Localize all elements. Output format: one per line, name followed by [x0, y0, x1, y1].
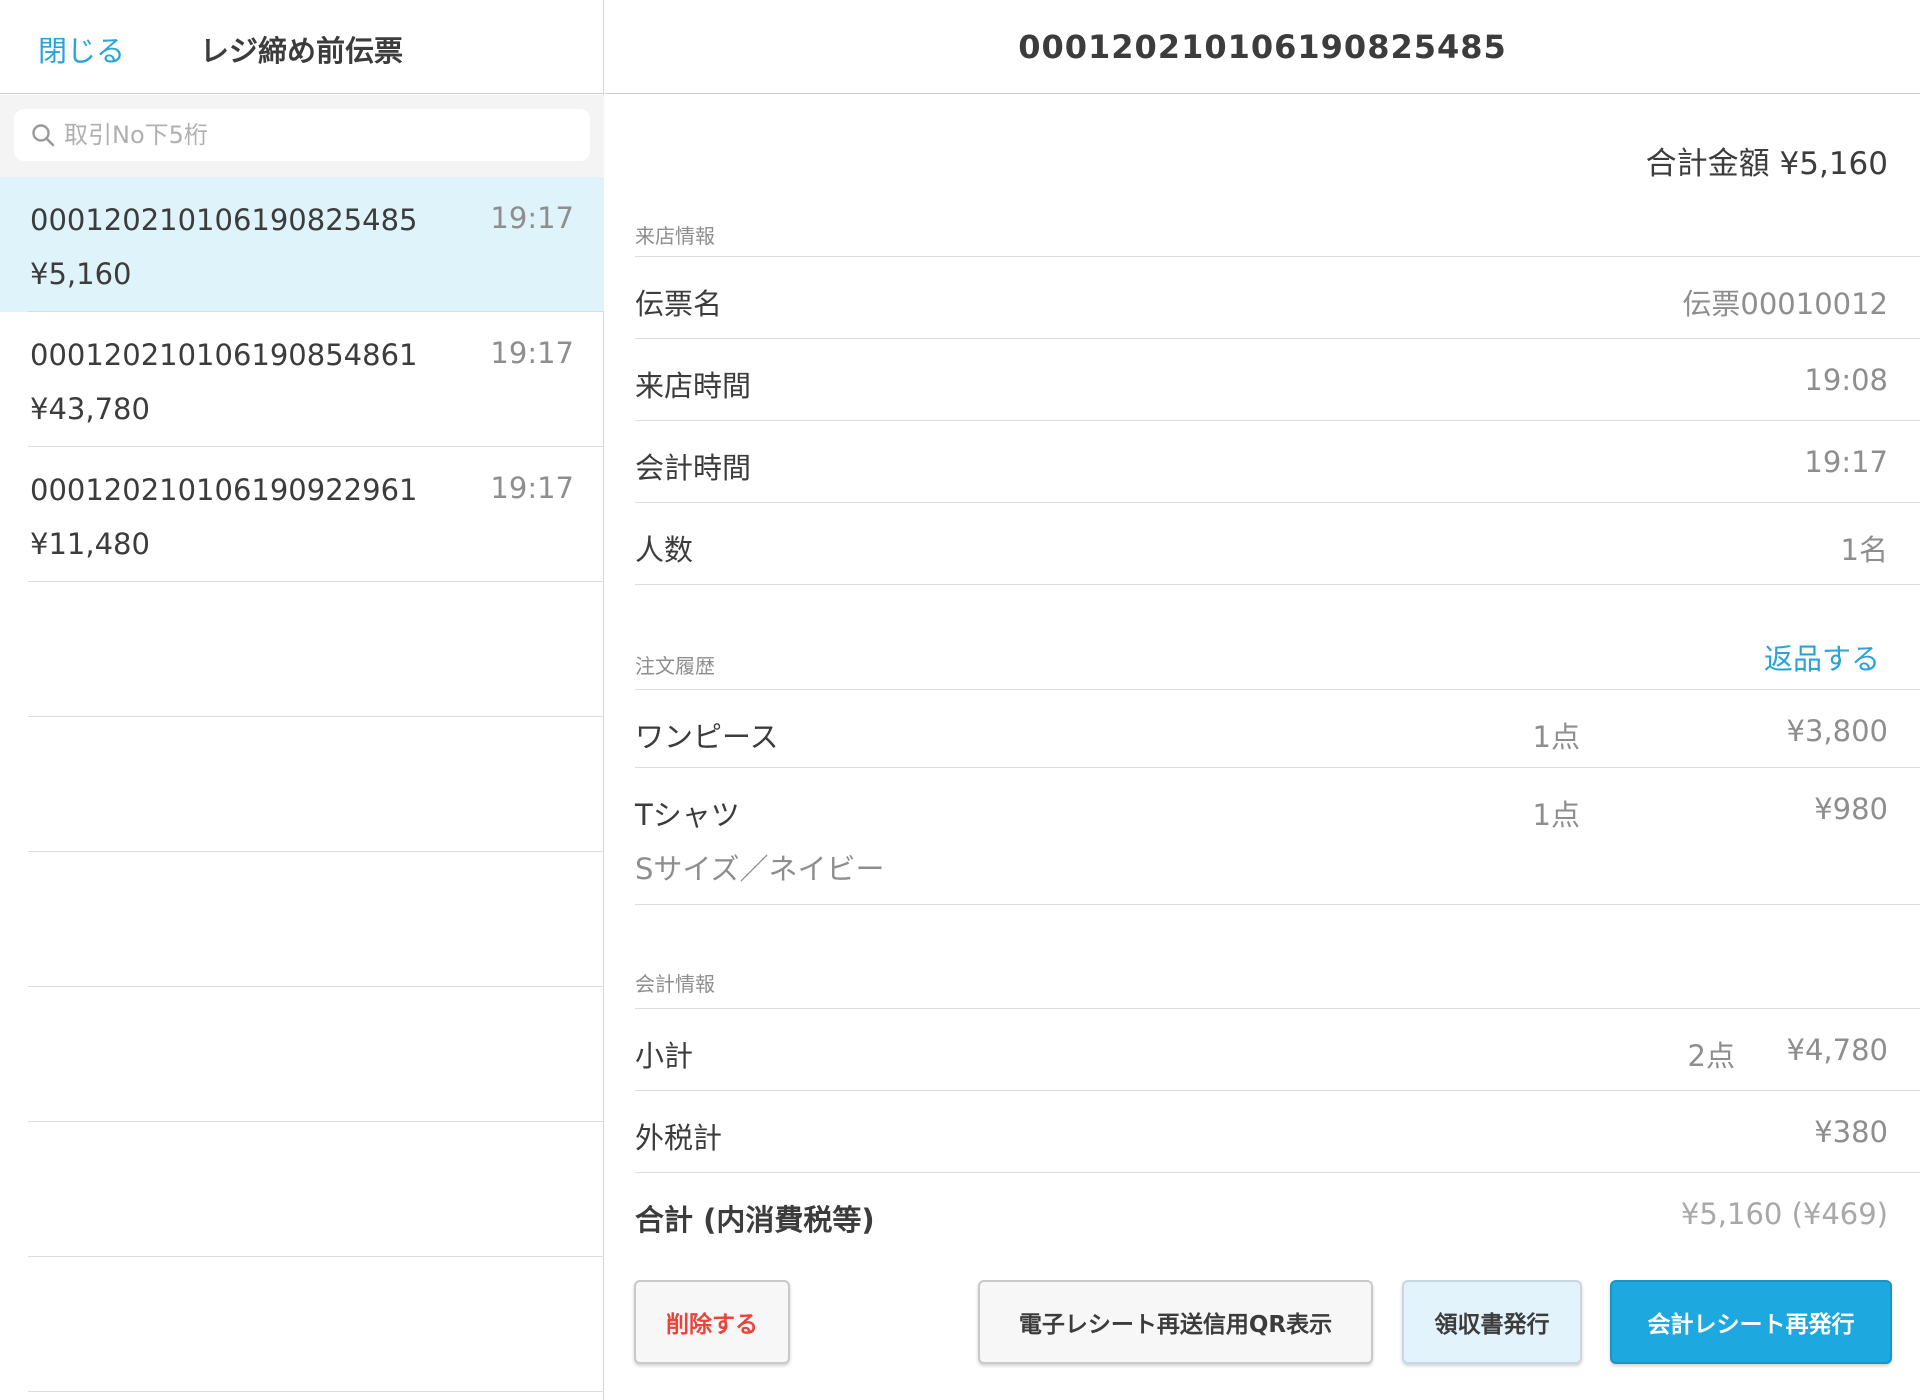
transaction-row[interactable]: 000120210106190854861 ¥43,780 19:17 — [0, 312, 604, 447]
row-value: 19:08 — [1804, 363, 1888, 397]
order-item-row: ワンピース 1点 ¥3,800 — [635, 690, 1920, 768]
row-label: 外税計 — [635, 1121, 723, 1155]
issue-receipt-button[interactable]: 領収書発行 — [1402, 1280, 1582, 1364]
empty-row — [0, 717, 604, 852]
info-row-checkout-time: 会計時間 19:17 — [635, 421, 1920, 503]
info-row-slip-name: 伝票名 伝票00010012 — [635, 257, 1920, 339]
list-title: レジ締め前伝票 — [200, 34, 404, 68]
transaction-number: 000120210106190825485 — [30, 203, 418, 237]
list-header: 閉じる レジ締め前伝票 — [0, 0, 604, 94]
empty-row — [0, 582, 604, 717]
row-label: 人数 — [635, 533, 694, 567]
section-label-orders: 注文履歴 — [635, 654, 715, 678]
search-box[interactable] — [14, 109, 590, 161]
empty-row — [0, 1257, 604, 1392]
section-label-visit: 来店情報 — [635, 224, 715, 248]
return-button[interactable]: 返品する — [1764, 636, 1880, 678]
transaction-time: 19:17 — [490, 336, 574, 370]
tax-row: 外税計 ¥380 — [635, 1091, 1920, 1173]
transaction-number: 000120210106190854861 — [30, 338, 418, 372]
empty-row — [0, 1122, 604, 1257]
transaction-amount: ¥43,780 — [30, 392, 150, 426]
transaction-time: 19:17 — [490, 201, 574, 235]
transaction-list: 000120210106190825485 ¥5,160 19:17 00012… — [0, 177, 604, 1392]
row-value: ¥4,780 — [1786, 1033, 1888, 1067]
total-amount: 合計金額 ¥5,160 — [1645, 146, 1888, 182]
row-label: 合計 (内消費税等) — [635, 1203, 875, 1237]
transaction-detail-pane: 000120210106190825485 合計金額 ¥5,160 来店情報 伝… — [605, 0, 1920, 1400]
search-bar — [0, 95, 604, 177]
info-row-visit-time: 来店時間 19:08 — [635, 339, 1920, 421]
close-button[interactable]: 閉じる — [38, 28, 125, 70]
subtotal-quantity: 2点 — [1687, 1039, 1735, 1073]
item-name: Tシャツ — [635, 798, 740, 832]
transaction-list-pane: 閉じる レジ締め前伝票 000120210106190825485 ¥5,160… — [0, 0, 604, 1400]
reissue-receipt-button[interactable]: 会計レシート再発行 — [1610, 1280, 1892, 1364]
row-label: 会計時間 — [635, 451, 752, 485]
item-variant: Sサイズ／ネイビー — [635, 852, 885, 886]
transaction-amount: ¥11,480 — [30, 527, 150, 561]
subtotal-row: 小計 2点 ¥4,780 — [635, 1009, 1920, 1091]
delete-button[interactable]: 削除する — [634, 1280, 790, 1364]
row-value: 伝票00010012 — [1682, 287, 1888, 321]
transaction-number: 000120210106190922961 — [30, 473, 418, 507]
section-label-payment: 会計情報 — [635, 972, 715, 996]
row-label: 小計 — [635, 1039, 694, 1073]
row-value: ¥5,160 (¥469) — [1680, 1197, 1888, 1231]
transaction-row[interactable]: 000120210106190825485 ¥5,160 19:17 — [0, 177, 604, 312]
show-qr-button[interactable]: 電子レシート再送信用QR表示 — [978, 1280, 1373, 1364]
transaction-row[interactable]: 000120210106190922961 ¥11,480 19:17 — [0, 447, 604, 582]
item-price: ¥980 — [1814, 792, 1888, 826]
order-item-row: Tシャツ 1点 ¥980 Sサイズ／ネイビー — [635, 768, 1920, 905]
item-quantity: 1点 — [1532, 720, 1580, 754]
row-value: 19:17 — [1804, 445, 1888, 479]
detail-title: 000120210106190825485 — [1018, 28, 1507, 66]
detail-header: 000120210106190825485 — [605, 0, 1920, 94]
row-value: 1名 — [1840, 533, 1888, 567]
transaction-time: 19:17 — [490, 471, 574, 505]
item-name: ワンピース — [635, 720, 779, 754]
search-icon — [32, 124, 55, 147]
row-value: ¥380 — [1814, 1115, 1888, 1149]
empty-row — [0, 987, 604, 1122]
item-price: ¥3,800 — [1786, 714, 1888, 748]
info-row-guests: 人数 1名 — [635, 503, 1920, 585]
row-label: 来店時間 — [635, 369, 752, 403]
total-row: 合計 (内消費税等) ¥5,160 (¥469) — [635, 1173, 1920, 1255]
row-label: 伝票名 — [635, 287, 723, 321]
empty-row — [0, 852, 604, 987]
item-quantity: 1点 — [1532, 798, 1580, 832]
transaction-amount: ¥5,160 — [30, 257, 132, 291]
search-input[interactable] — [64, 109, 574, 161]
